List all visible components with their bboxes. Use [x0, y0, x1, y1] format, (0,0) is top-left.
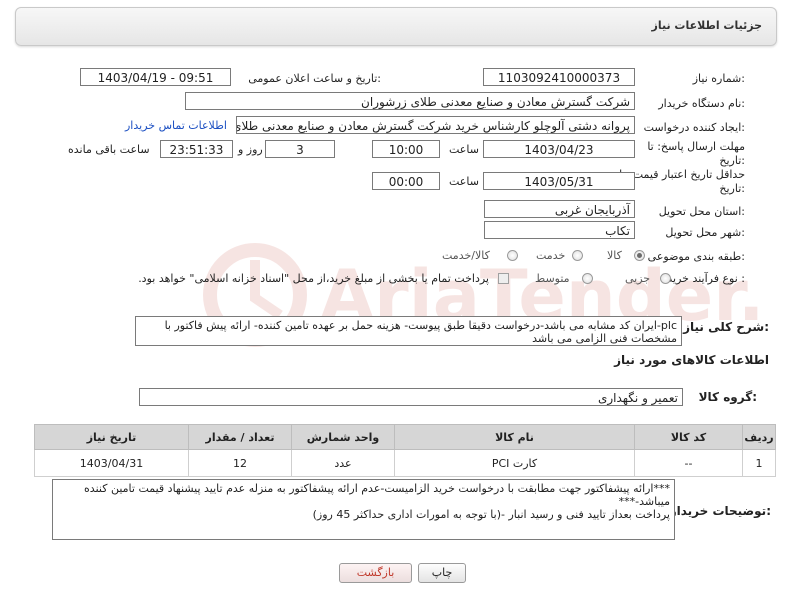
- category-label: طبقه بندی موضوعی:: [647, 250, 745, 263]
- need-number-field: 1103092410000373: [483, 68, 635, 86]
- days-remaining-field: 3: [265, 140, 335, 158]
- col-row-number: ردیف: [742, 424, 776, 450]
- creator-label: ایجاد کننده درخواست:: [643, 121, 745, 134]
- need-number-label: شماره نیاز:: [692, 72, 745, 85]
- category-radio-goods-service[interactable]: [507, 250, 518, 261]
- process-label: نوع فرآیند خرید :: [667, 272, 745, 285]
- buyer-notes-line1: ***ارائه پیشفاکتور جهت مطابقت با درخواست…: [84, 482, 670, 508]
- deadline-time-field: 10:00: [372, 140, 440, 158]
- deadline-label: مهلت ارسال پاسخ: تا: [647, 140, 745, 153]
- deadline-date-field: 1403/04/23: [483, 140, 635, 158]
- col-unit: واحد شمارش: [291, 424, 395, 450]
- city-field: تکاب: [484, 221, 635, 239]
- goods-info-title: اطلاعات کالاهای مورد نیاز: [614, 353, 769, 367]
- page-title: جزئیات اطلاعات نیاز: [651, 19, 763, 32]
- buyer-contact-link[interactable]: اطلاعات تماس خریدار: [125, 119, 227, 132]
- announce-datetime-field: 1403/04/19 - 09:51: [80, 68, 231, 86]
- cell-item-code: --: [634, 449, 743, 477]
- goods-group-field: تعمیر و نگهداری: [139, 388, 683, 406]
- back-button[interactable]: بازگشت: [339, 563, 412, 583]
- buyer-notes-box: ***ارائه پیشفاکتور جهت مطابقت با درخواست…: [52, 479, 675, 540]
- goods-table-header: ردیف کد کالا نام کالا واحد شمارش تعداد /…: [34, 424, 776, 450]
- validity-time-field: 00:00: [372, 172, 440, 190]
- category-option-goods-service: کالا/خدمت: [442, 249, 490, 262]
- deadline-date-label: تاریخ:: [719, 154, 745, 167]
- category-radio-goods[interactable]: [634, 250, 645, 261]
- cell-quantity: 12: [188, 449, 292, 477]
- cell-item-name: کارت PCI: [394, 449, 635, 477]
- col-item-code: کد کالا: [634, 424, 743, 450]
- cell-need-date: 1403/04/31: [34, 449, 189, 477]
- buyer-org-label: نام دستگاه خریدار:: [658, 97, 745, 110]
- buyer-org-field: شرکت گسترش معادن و صنایع معدنی طلای زرشو…: [185, 92, 635, 110]
- cell-unit: عدد: [291, 449, 395, 477]
- remaining-label: ساعت باقی مانده: [68, 143, 150, 156]
- print-button[interactable]: چاپ: [418, 563, 466, 583]
- process-option-medium: متوسط: [535, 272, 570, 285]
- validity-label: حداقل تاریخ اعتبار قیمت: تا: [619, 168, 745, 181]
- description-label: شرح کلی نیاز:: [683, 320, 769, 334]
- cell-row-number: 1: [742, 449, 776, 477]
- process-option-minor: جزیی: [625, 272, 651, 285]
- category-radio-service[interactable]: [572, 250, 583, 261]
- details-header-panel: جزئیات اطلاعات نیاز: [15, 7, 777, 46]
- category-option-service: خدمت: [536, 249, 566, 262]
- province-label: استان محل تحویل:: [658, 205, 745, 218]
- city-label: شهر محل تحویل:: [665, 226, 745, 239]
- col-need-date: تاریخ نیاز: [34, 424, 189, 450]
- remaining-time-field: 23:51:33: [160, 140, 233, 158]
- validity-date-label: تاریخ:: [719, 182, 745, 195]
- col-quantity: تعداد / مقدار: [188, 424, 292, 450]
- buyer-notes-line2: پرداخت بعداز تایید فنی و رسید انبار -(با…: [312, 508, 670, 521]
- announce-label: تاریخ و ساعت اعلان عمومی:: [248, 72, 381, 85]
- col-item-name: نام کالا: [394, 424, 635, 450]
- validity-time-label: ساعت: [449, 175, 479, 188]
- province-field: آذربایجان غربی: [484, 200, 635, 218]
- process-radio-medium[interactable]: [582, 273, 593, 284]
- validity-date-field: 1403/05/31: [483, 172, 635, 190]
- goods-table: ردیف کد کالا نام کالا واحد شمارش تعداد /…: [34, 424, 776, 477]
- buyer-notes-label: توضیحات خریدار:: [669, 504, 771, 518]
- creator-field: پروانه دشتی آلوچلو کارشناس خرید شرکت گست…: [236, 116, 635, 134]
- table-row: 1 -- کارت PCI عدد 12 1403/04/31: [34, 449, 776, 477]
- category-option-goods: کالا: [607, 249, 622, 262]
- description-textarea[interactable]: plc-ایران کد مشابه می باشد-درخواست دقیقا…: [135, 316, 682, 346]
- deadline-time-label: ساعت: [449, 143, 479, 156]
- goods-group-label: گروه کالا:: [698, 390, 757, 404]
- process-radio-minor[interactable]: [660, 273, 671, 284]
- treasury-payment-checkbox[interactable]: [498, 273, 509, 284]
- treasury-payment-note: پرداخت تمام یا بخشی از مبلغ خرید،از محل …: [138, 272, 489, 285]
- days-label: روز و: [238, 143, 263, 156]
